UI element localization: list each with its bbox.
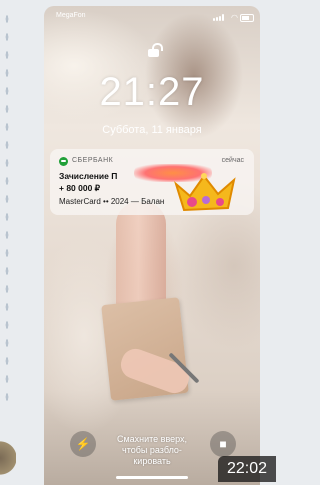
sberbank-icon [59, 157, 68, 166]
lock-time: 21:27 [99, 70, 205, 114]
lock-date: Суббота, 11 января [102, 124, 202, 136]
notification-title: Зачисление П [59, 171, 118, 181]
home-indicator[interactable] [116, 476, 188, 479]
signal-icon [213, 14, 224, 21]
wifi-icon: ◠ [231, 13, 238, 22]
unlock-icon [148, 43, 163, 57]
battery-icon [240, 14, 254, 22]
camera-icon[interactable]: ■ [210, 431, 236, 457]
avatar [0, 436, 16, 480]
notification-body: MasterCard •• 2024 — Балан [59, 197, 165, 206]
phone-lock-screen[interactable]: MegaFon ◠ 21:27 Суббота, 11 января СБЕРБ… [44, 6, 260, 485]
status-bar: MegaFon ◠ [44, 12, 260, 26]
notification-amount: + 80 000 ₽ [59, 183, 101, 193]
notification-app: СБЕРБАНК [72, 157, 114, 164]
flashlight-icon[interactable]: ⚡ [70, 431, 96, 457]
overlay-clock: 22:02 [218, 456, 276, 482]
window-edge [4, 10, 10, 410]
crown-sticker [174, 173, 236, 212]
carrier-label: MegaFon [56, 12, 86, 19]
notification-time: сейчас [221, 157, 244, 164]
